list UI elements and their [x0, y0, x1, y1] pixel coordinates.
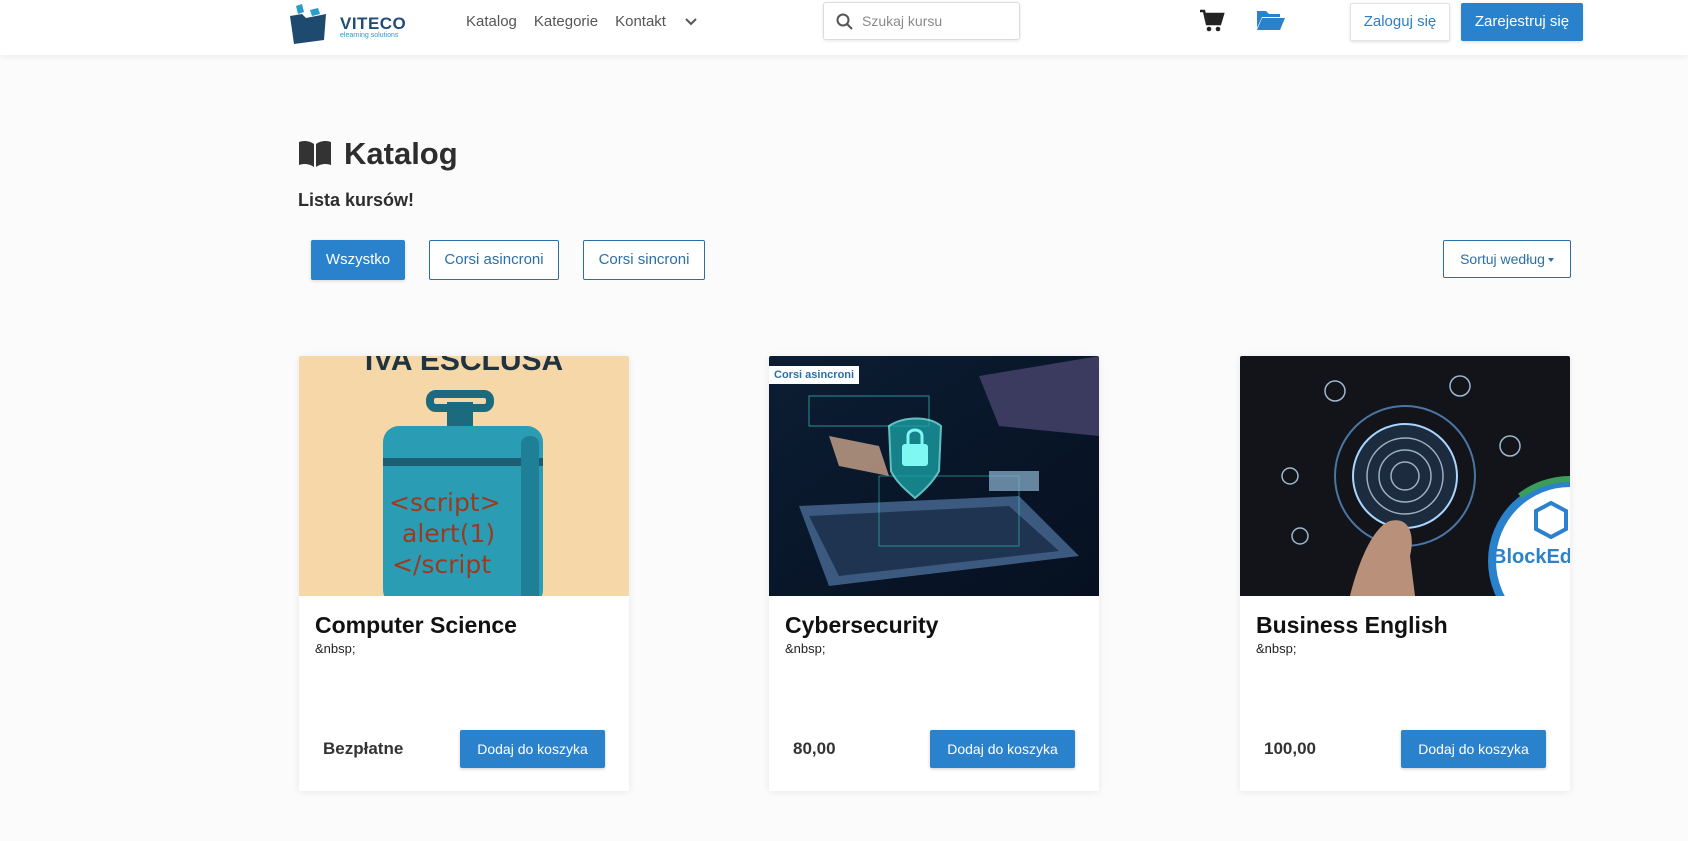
course-price: 100,00 — [1264, 739, 1316, 758]
sort-dropdown[interactable]: Sortuj według — [1443, 240, 1571, 278]
course-description: &nbsp; — [315, 641, 356, 656]
nav-katalog[interactable]: Katalog — [466, 12, 517, 32]
page-subtitle: Lista kursów! — [298, 190, 415, 210]
search-input[interactable] — [862, 11, 1012, 31]
brand-tagline: elearning solutions — [340, 32, 399, 39]
add-to-cart-button[interactable]: Dodaj do koszyka — [1401, 730, 1546, 768]
image-caption: IVA ESCLUSA — [365, 356, 563, 377]
logo-folder-icon — [290, 4, 326, 44]
course-price: Bezpłatne — [323, 739, 404, 758]
image-code-line-3: </script — [392, 550, 491, 579]
nav-kategorie[interactable]: Kategorie — [534, 12, 598, 32]
nav-kontakt[interactable]: Kontakt — [615, 12, 666, 32]
top-navbar: VITECO elearning solutions Katalog Kateg… — [0, 0, 1688, 55]
register-button[interactable]: Zarejestruj się — [1461, 3, 1583, 41]
course-price: 80,00 — [793, 739, 836, 758]
cart-icon[interactable] — [1199, 9, 1225, 33]
viteco-logo[interactable]: VITECO elearning solutions — [288, 2, 408, 44]
login-button[interactable]: Zaloguj się — [1350, 3, 1450, 41]
image-code-line-2: alert(1) — [402, 519, 495, 548]
course-card[interactable]: BlockEd Business English &nbsp; 100,00 D… — [1240, 356, 1570, 791]
page-title-row: Katalog — [298, 136, 458, 172]
image-code-line-1: <script> — [389, 488, 501, 517]
add-to-cart-button[interactable]: Dodaj do koszyka — [930, 730, 1075, 768]
course-card[interactable]: IVA ESCLUSA <script> alert(1) </script C… — [299, 356, 629, 791]
folder-open-icon[interactable] — [1256, 9, 1286, 31]
filter-all-button[interactable]: Wszystko — [311, 240, 405, 280]
book-open-icon — [299, 140, 331, 167]
main-nav: Katalog Kategorie Kontakt — [466, 12, 701, 32]
course-title[interactable]: Computer Science — [315, 612, 517, 639]
page-title: Katalog — [344, 136, 458, 171]
course-image[interactable]: IVA ESCLUSA <script> alert(1) </script — [299, 356, 629, 596]
course-title[interactable]: Cybersecurity — [785, 612, 938, 639]
course-title[interactable]: Business English — [1256, 612, 1448, 639]
chevron-down-icon[interactable] — [681, 12, 701, 32]
course-image[interactable] — [769, 356, 1099, 596]
image-caption: BlockEd — [1492, 546, 1570, 568]
filter-async-button[interactable]: Corsi asincroni — [429, 240, 559, 280]
search-icon — [836, 13, 853, 30]
filter-sync-button[interactable]: Corsi sincroni — [583, 240, 705, 280]
course-card[interactable]: Corsi asincroni Cybersecurity &nbsp; 80,… — [769, 356, 1099, 791]
course-image[interactable]: BlockEd — [1240, 356, 1570, 596]
course-description: &nbsp; — [1256, 641, 1297, 656]
course-description: &nbsp; — [785, 641, 826, 656]
sort-label: Sortuj według — [1460, 251, 1545, 267]
brand-name: VITECO — [340, 14, 407, 33]
search-box — [823, 2, 1020, 40]
caret-down-icon — [1547, 258, 1554, 263]
course-type-badge: Corsi asincroni — [769, 366, 860, 384]
add-to-cart-button[interactable]: Dodaj do koszyka — [460, 730, 605, 768]
